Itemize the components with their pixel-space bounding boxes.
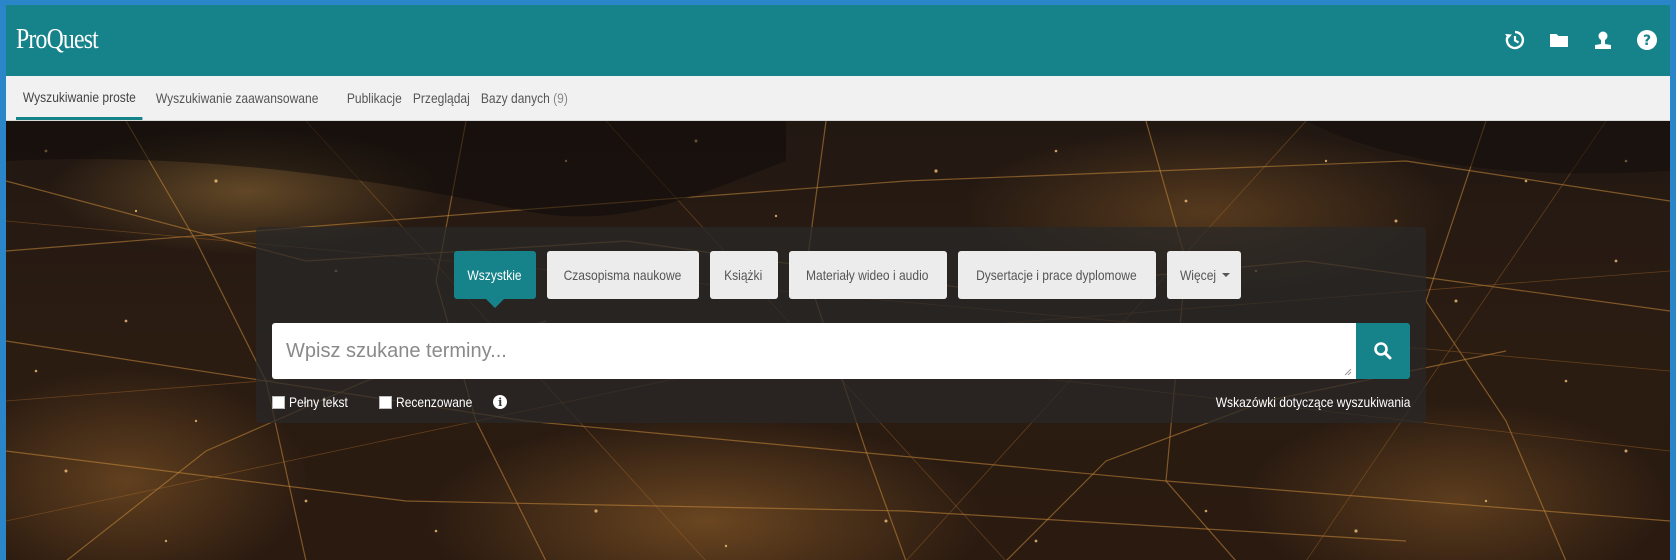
- info-icon[interactable]: i: [493, 395, 508, 409]
- full-text-checkbox-box[interactable]: [272, 395, 285, 409]
- history-icon[interactable]: [1504, 29, 1526, 51]
- source-type-tabs: Wszystkie Czasopisma naukowe Książki Mat…: [256, 251, 1426, 308]
- header-icons: ?: [1504, 29, 1658, 51]
- search-row: [272, 323, 1410, 379]
- hero-background: Wszystkie Czasopisma naukowe Książki Mat…: [6, 121, 1670, 560]
- search-tips-link[interactable]: Wskazówki dotyczące wyszukiwania: [1215, 394, 1410, 410]
- search-options: Pełny tekst Recenzowane i Wskazówki doty…: [272, 391, 1410, 413]
- nav-browse[interactable]: Przeglądaj: [406, 76, 477, 120]
- proquest-logo[interactable]: ProQuest: [16, 23, 99, 56]
- search-button[interactable]: [1356, 323, 1410, 379]
- nav-databases[interactable]: Bazy danych (9): [474, 76, 575, 120]
- peer-reviewed-checkbox[interactable]: Recenzowane: [379, 394, 485, 410]
- tab-dissertations[interactable]: Dysertacje i prace dyplomowe: [957, 251, 1156, 299]
- tab-more-dropdown[interactable]: Więcej: [1166, 251, 1241, 299]
- folder-icon[interactable]: [1548, 29, 1570, 51]
- caret-down-icon: [1221, 273, 1230, 277]
- resize-grip-icon[interactable]: [1344, 368, 1352, 376]
- nav-advanced-search[interactable]: Wyszukiwanie zaawansowane: [149, 76, 325, 120]
- tab-all[interactable]: Wszystkie: [453, 251, 536, 308]
- search-icon: [1374, 342, 1392, 360]
- peer-reviewed-label: Recenzowane: [396, 394, 473, 410]
- nav-basic-search[interactable]: Wyszukiwanie proste: [16, 76, 143, 120]
- user-icon[interactable]: [1592, 29, 1614, 51]
- databases-count: (9): [553, 90, 569, 106]
- svg-text:?: ?: [1643, 33, 1651, 49]
- search-input[interactable]: [272, 323, 1356, 379]
- search-panel: Wszystkie Czasopisma naukowe Książki Mat…: [256, 227, 1426, 423]
- help-icon[interactable]: ?: [1636, 29, 1658, 51]
- main-navigation: Wyszukiwanie proste Wyszukiwanie zaawans…: [6, 76, 1670, 121]
- header-bar: ProQuest ?: [6, 5, 1670, 76]
- peer-reviewed-checkbox-box[interactable]: [379, 395, 393, 409]
- full-text-checkbox[interactable]: Pełny tekst: [272, 394, 357, 410]
- tab-books[interactable]: Książki: [709, 251, 778, 299]
- tab-scholarly-journals[interactable]: Czasopisma naukowe: [546, 251, 699, 299]
- app-frame: ProQuest ? Wyszukiwanie proste Wyszukiwa…: [6, 5, 1670, 560]
- nav-publications[interactable]: Publikacje: [340, 76, 409, 120]
- full-text-label: Pełny tekst: [289, 394, 348, 410]
- tab-video-audio[interactable]: Materiały wideo i audio: [788, 251, 947, 299]
